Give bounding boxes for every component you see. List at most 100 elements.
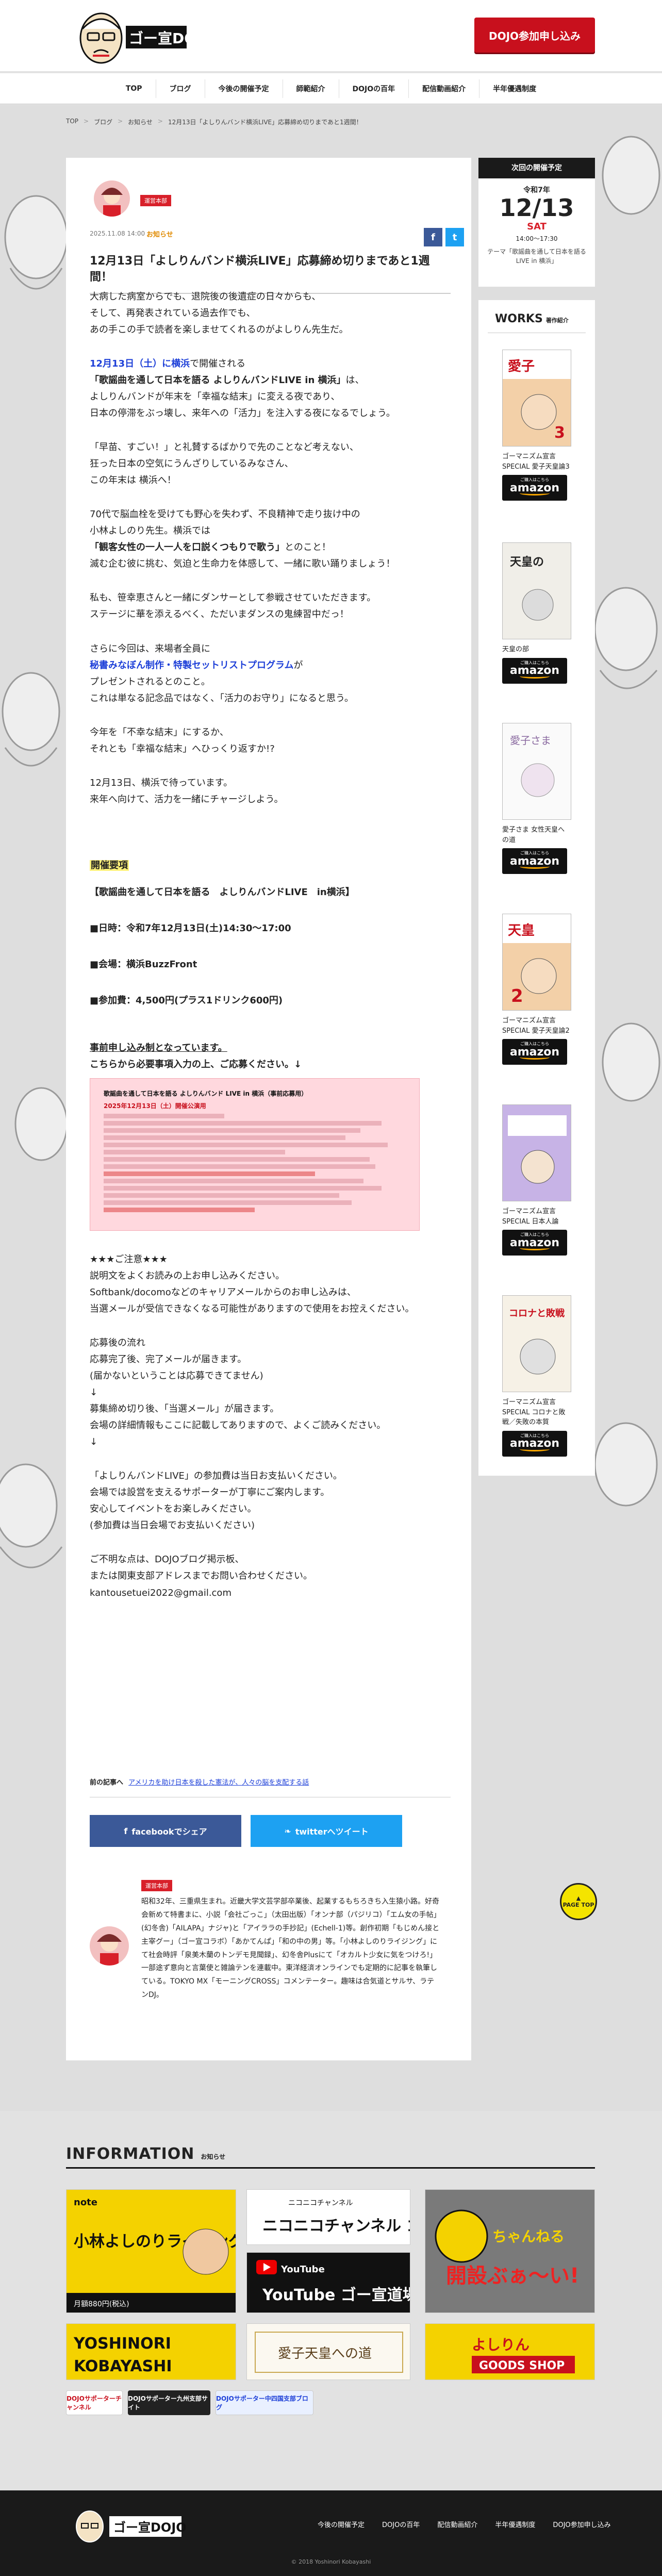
contact-block: ご不明な点は、DOJOブログ掲示板、 または関東支部アドレスまでお問い合わせくださ… [90, 1554, 312, 1598]
amazon-button[interactable]: ご購入はこちら amazon [502, 1230, 567, 1256]
nav-schedule[interactable]: 今後の開催予定 [204, 79, 283, 98]
paragraph-6: さらに今回は、来場者全員に 秘書みなぼん制作・特製セットリストプログラムが プレ… [90, 643, 354, 704]
twitter-share-mini-button[interactable]: t [445, 228, 464, 246]
amazon-button[interactable]: ご購入はこちら amazon [502, 1039, 567, 1065]
facebook-icon: f [431, 232, 435, 243]
official-site-banner[interactable]: YOSHINORI KOBAYASHI [66, 2323, 236, 2380]
svg-text:YouTube ゴー宣道場: YouTube ゴー宣道場 [262, 2286, 410, 2304]
book-cover[interactable] [502, 1104, 571, 1201]
paragraph-3: 「早苗、すごい！」と礼賛するばかりで先のことなど考えない、 狂った日本の空気にうん… [90, 442, 359, 486]
svg-text:コロナと敗戦: コロナと敗戦 [509, 1308, 565, 1319]
work-title[interactable]: ゴーマニズム宣言SPECIAL 愛子天皇論2 [502, 1016, 571, 1036]
outline-title: 【歌謡曲を通して日本を語る よしりんバンドLIVE in横浜】 [90, 886, 355, 898]
paragraph-7: 今年を「不幸な結末」にするか、 それとも「幸福な結末」へひっくり返すか!? [90, 726, 275, 754]
footer-logo[interactable]: ゴー宣DOJO [72, 2508, 186, 2544]
facebook-share-button[interactable]: f facebookでシェア [90, 1815, 241, 1847]
prev-post-nav: 前の記事へ アメリカを助け日本を殺した憲法が、人々の脳を支配する話 [90, 1777, 451, 1797]
author-avatar[interactable] [94, 180, 130, 217]
svg-text:ちゃんねる: ちゃんねる [492, 2228, 565, 2245]
event-time: 14:00〜17:30 [516, 235, 558, 242]
youtube-banner[interactable]: YouTube YouTube ゴー宣道場 [246, 2252, 410, 2313]
work-item[interactable]: ゴーマニズム宣言SPECIAL 日本人論 ご購入はこちら amazon [502, 1104, 571, 1256]
event-weekday: SAT [527, 221, 547, 232]
work-item[interactable]: 天皇 2 ゴーマニズム宣言SPECIAL 愛子天皇論2 ご購入はこちら amazon [502, 914, 571, 1065]
nav-preferential[interactable]: 半年優遇制度 [479, 79, 550, 98]
payment-block: 「よしりんバンドLIVE」の参加費は当日お支払いください。 会場では設営を支えるサ… [90, 1471, 342, 1531]
official-channel-banner[interactable]: ちゃんねる 開設ぶぁ〜い! [425, 2189, 595, 2313]
manga-character-illustration-right [595, 136, 660, 1507]
post-category[interactable]: お知らせ [146, 229, 173, 239]
book-cover[interactable]: 愛子 3 [502, 350, 571, 447]
chushikoku-supporter-banner[interactable]: DOJOサポーター中四国支部ブログ [216, 2390, 313, 2415]
footer-nav-preferential[interactable]: 半年優遇制度 [495, 2519, 535, 2529]
breadcrumb-current: 12月13日「よしりんバンド横浜LIVE」応募締め切りまであと1週間！ [168, 119, 362, 126]
next-event-box[interactable]: 次回の開催予定 令和7年 12/13 SAT 14:00〜17:30 テーマ「歌… [478, 158, 595, 287]
footer-nav-history[interactable]: DOJOの百年 [382, 2519, 420, 2529]
goosen-dojo-logo[interactable]: ゴー宣DOJO [72, 6, 191, 68]
author-avatar[interactable] [90, 1926, 129, 1966]
nav-history[interactable]: DOJOの百年 [338, 79, 409, 98]
paragraph-8: 12月13日、横浜で待っています。 来年へ向けて、活力を一緒にチャージしよう。 [90, 777, 284, 805]
footer-nav-videos[interactable]: 配信動画紹介 [437, 2519, 477, 2529]
work-item[interactable]: 愛子さま 愛子さま 女性天皇への道 ご購入はこちら amazon [502, 723, 571, 874]
footer-nav-apply[interactable]: DOJO参加申し込み [553, 2519, 610, 2529]
event-date: 12/13 [499, 194, 574, 222]
svg-text:YouTube: YouTube [280, 2264, 325, 2275]
work-title[interactable]: ゴーマニズム宣言SPECIAL 日本人論 [502, 1207, 571, 1227]
svg-text:愛子天皇への道: 愛子天皇への道 [278, 2346, 372, 2362]
book-cover[interactable]: 愛子さま [502, 723, 571, 820]
amazon-button[interactable]: ご購入はこちら amazon [502, 848, 567, 874]
twitter-icon: t [452, 232, 457, 243]
footer-nav-schedule[interactable]: 今後の開催予定 [318, 2519, 365, 2529]
contact-email[interactable]: kantousetuei2022@gmail.com [90, 1588, 231, 1598]
book-cover[interactable]: 天皇の [502, 542, 571, 639]
work-title[interactable]: 愛子さま 女性天皇への道 [502, 825, 571, 845]
svg-text:ニコニコチャンネル: ニコニコチャンネル [288, 2199, 353, 2207]
goods-shop-banner[interactable]: よしりん GOODS SHOP [425, 2323, 595, 2380]
twitter-share-button[interactable]: ❧ twitterへツイート [251, 1815, 402, 1847]
work-item[interactable]: 愛子 3 ゴーマニズム宣言SPECIAL 愛子天皇論3 ご購入はこちら amazon [502, 350, 571, 501]
prev-post-link[interactable]: アメリカを助け日本を殺した憲法が、人々の脳を支配する話 [128, 1779, 309, 1787]
amazon-button[interactable]: ご購入はこちら amazon [502, 1430, 567, 1457]
nav-blog[interactable]: ブログ [155, 79, 205, 98]
facebook-share-mini-button[interactable]: f [424, 228, 442, 246]
paragraph-4: 70代で脳血栓を受けても野心を失わず、不良精神で走り抜け中の 小林よしのり先生。横… [90, 509, 395, 570]
copyright: © 2018 Yoshinori Kobayashi [291, 2558, 371, 2565]
work-title[interactable]: 天皇の部 [502, 645, 571, 655]
outline-label: 開催要項 [90, 860, 129, 871]
author-badge: 運営本部 [140, 195, 171, 206]
amazon-button[interactable]: ご購入はこちら amazon [502, 475, 567, 501]
aiko-banner[interactable]: 愛子天皇への道 [246, 2323, 410, 2380]
rising-banner[interactable]: note 小林よしのりライジング 月額880円(税込) [66, 2189, 236, 2313]
breadcrumb-news[interactable]: お知らせ [128, 118, 153, 126]
manga-character-illustration [0, 195, 66, 1568]
work-title[interactable]: ゴーマニズム宣言SPECIAL 愛子天皇論3 [502, 452, 571, 472]
page-top-button[interactable]: ▲ PAGE TOP [560, 1883, 597, 1920]
breadcrumb-blog[interactable]: ブログ [94, 118, 112, 126]
svg-text:YOSHINORI: YOSHINORI [73, 2335, 171, 2353]
author-badge: 運営本部 [141, 1880, 172, 1891]
dojo-apply-button[interactable]: DOJO参加申し込み [474, 18, 595, 53]
outline-fee: ■参加費：4,500円(プラス1ドリンク600円) [90, 995, 283, 1006]
kyushu-supporter-banner[interactable]: DOJOサポーター九州支部サイト [128, 2390, 210, 2415]
application-form-image[interactable]: 歌謡曲を通して日本を語る よしりんバンド LIVE in 横浜（事前応募用） 2… [90, 1078, 420, 1231]
nav-videos[interactable]: 配信動画紹介 [408, 79, 479, 98]
niconico-channel-banner[interactable]: ニコニコチャンネルニコニコチャンネル ゴー宣道場 [246, 2189, 410, 2245]
svg-text:GOODS SHOP: GOODS SHOP [479, 2359, 565, 2372]
svg-text:天皇: 天皇 [508, 923, 535, 938]
svg-text:ゴー宣DOJO: ゴー宣DOJO [113, 2520, 186, 2535]
book-cover[interactable]: 天皇 2 [502, 914, 571, 1011]
svg-text:よしりん: よしりん [472, 2336, 529, 2353]
nav-top[interactable]: TOP [112, 79, 156, 98]
nav-masters[interactable]: 師範紹介 [282, 79, 339, 98]
supporter-channel-banner[interactable]: DOJOサポーターチャンネル [66, 2390, 123, 2415]
book-cover[interactable]: コロナと敗戦 [502, 1295, 571, 1392]
work-title[interactable]: ゴーマニズム宣言SPECIAL コロナと敗戦／失敗の本質 [502, 1397, 571, 1428]
work-item[interactable]: コロナと敗戦 ゴーマニズム宣言SPECIAL コロナと敗戦／失敗の本質 ご購入は… [502, 1295, 571, 1457]
arrow-up-icon: ▲ [576, 1895, 581, 1902]
breadcrumb-top[interactable]: TOP [66, 118, 78, 126]
work-item[interactable]: 天皇の 天皇の部 ご購入はこちら amazon [502, 542, 571, 684]
post-body: 大病した病室からでも、退院後の後遺症の日々からも、 そして、再発表されている過去作… [90, 289, 451, 1619]
outline-venue: ■会場：横浜BuzzFront [90, 959, 197, 970]
amazon-button[interactable]: ご購入はこちら amazon [502, 657, 567, 684]
